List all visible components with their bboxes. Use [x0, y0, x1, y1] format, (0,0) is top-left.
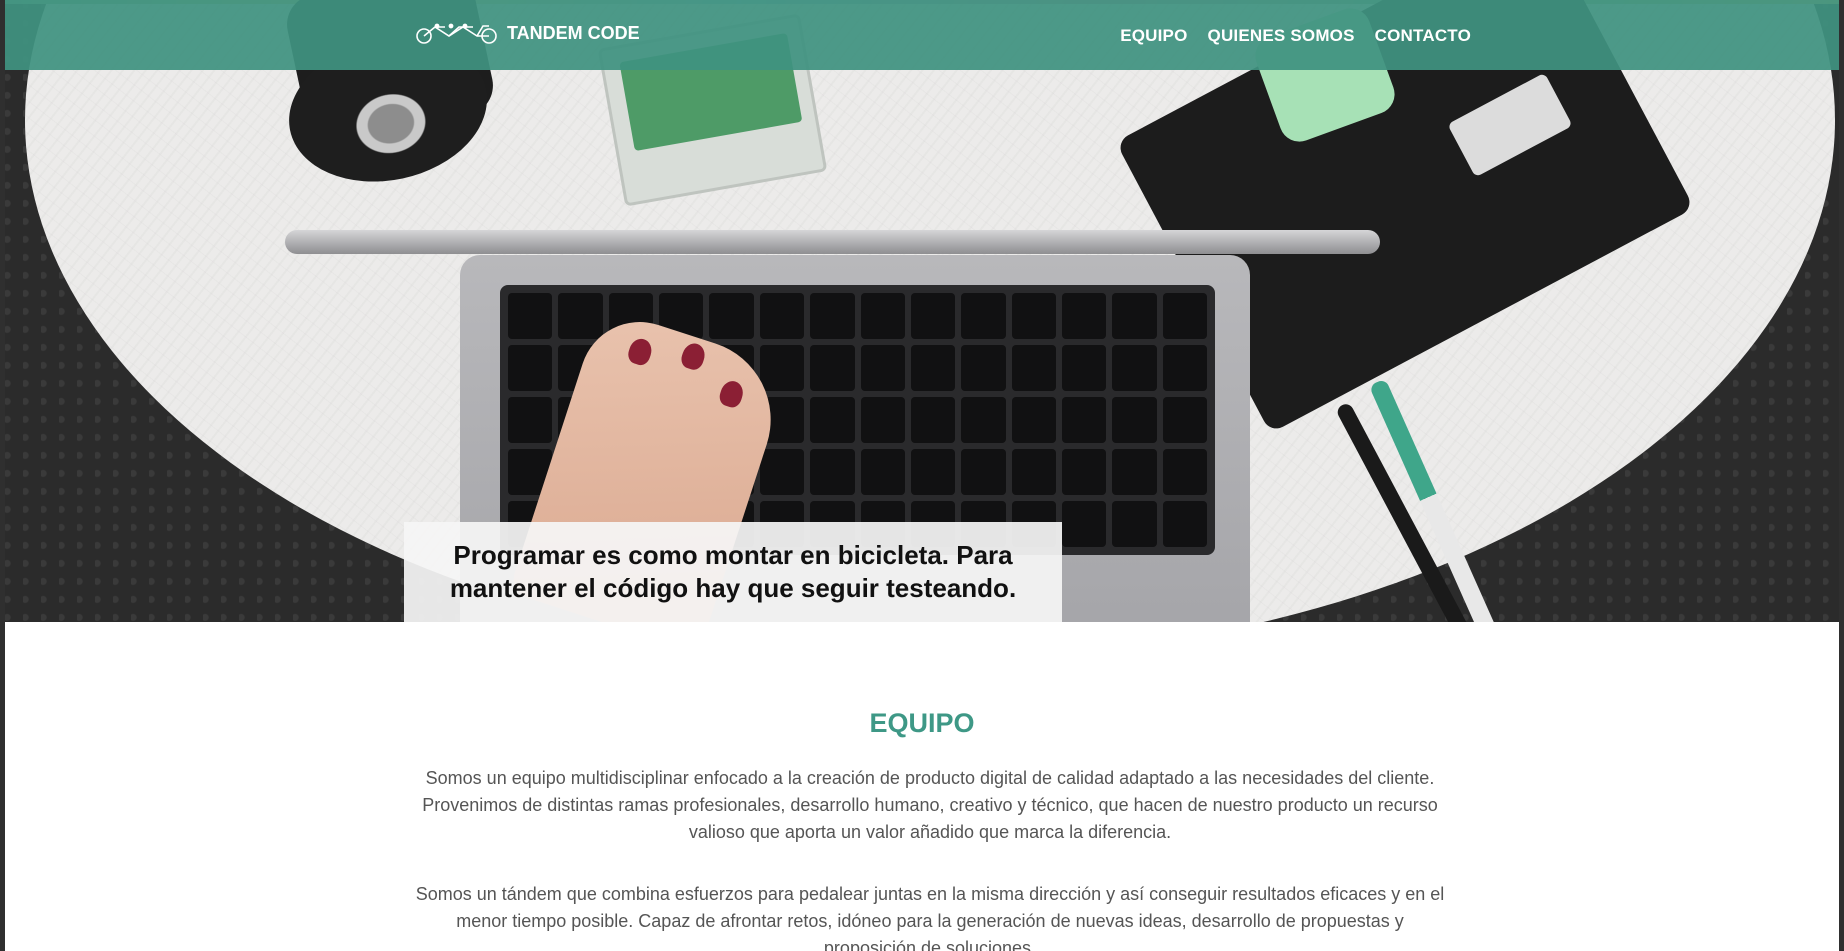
top-navbar: TANDEM CODE EQUIPO QUIENES SOMOS CONTACT…: [5, 0, 1839, 70]
section-title: EQUIPO: [869, 708, 975, 738]
window-edge-right: [1839, 0, 1844, 951]
hero-laptop-lid: [285, 230, 1380, 254]
nav-link-contacto[interactable]: CONTACTO: [1375, 26, 1471, 46]
hero-quote-box: Programar es como montar en bicicleta. P…: [404, 522, 1062, 622]
equipo-paragraph: Somos un equipo multidisciplinar enfocad…: [422, 768, 1438, 842]
brand-logo[interactable]: TANDEM CODE: [415, 22, 640, 44]
hero-quote: Programar es como montar en bicicleta. P…: [449, 540, 1017, 603]
nav-link-quienes-somos[interactable]: QUIENES SOMOS: [1208, 26, 1355, 46]
tandem-bike-icon: [415, 22, 499, 44]
brand-name: TANDEM CODE: [507, 22, 640, 43]
equipo-paragraph: Somos un tándem que combina esfuerzos pa…: [415, 884, 1445, 951]
nav-link-equipo[interactable]: EQUIPO: [1120, 26, 1187, 46]
equipo-section: EQUIPO Somos un equipo multidisciplinar …: [5, 622, 1839, 951]
main-nav: EQUIPO QUIENES SOMOS CONTACTO: [1120, 26, 1471, 46]
